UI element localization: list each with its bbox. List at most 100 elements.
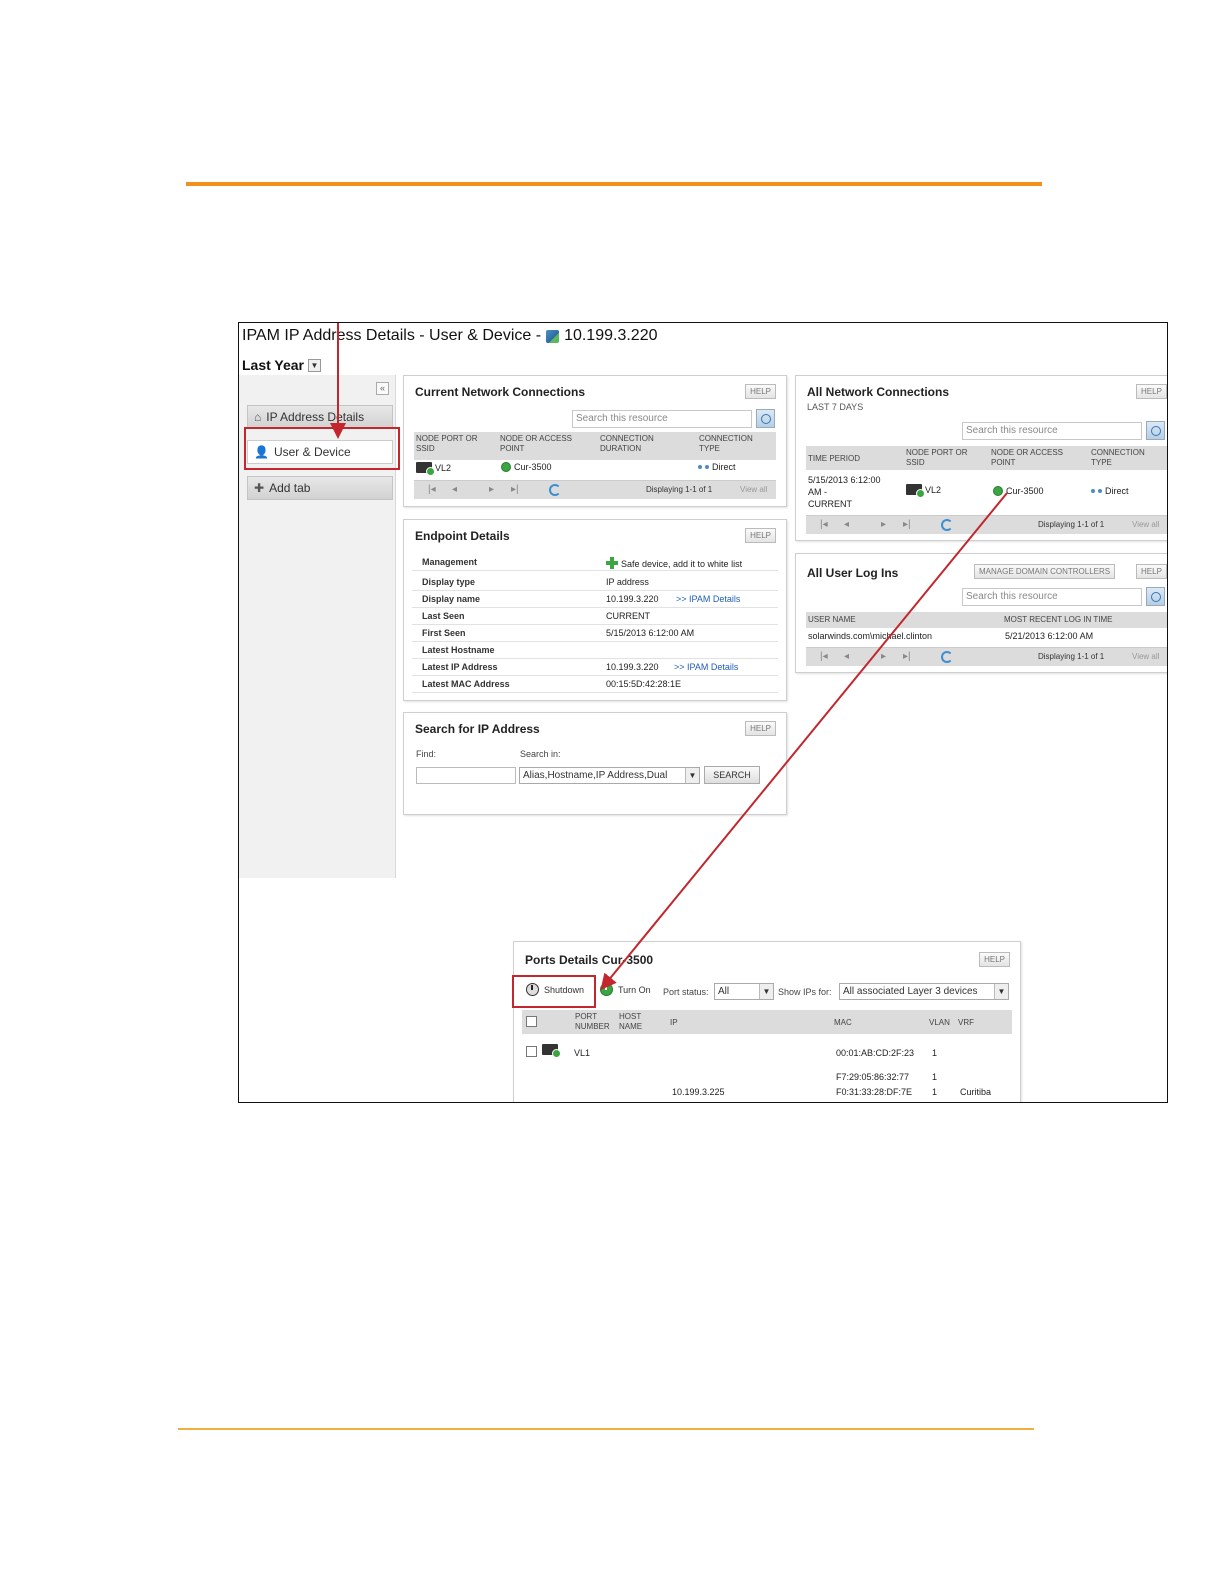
next-page-icon[interactable]: ▸ xyxy=(881,519,886,530)
help-button[interactable]: HELP xyxy=(1136,564,1167,579)
help-button[interactable]: HELP xyxy=(745,528,776,543)
search-icon[interactable] xyxy=(756,409,775,428)
help-button[interactable]: HELP xyxy=(979,952,1010,967)
first-page-icon[interactable]: |◂ xyxy=(428,484,436,495)
tab-ip-address-details[interactable]: ⌂ IP Address Details xyxy=(247,405,393,429)
page-title: IPAM IP Address Details - User & Device … xyxy=(242,327,658,344)
tab-add[interactable]: ✚ Add tab xyxy=(247,476,393,500)
table-header: PORT NUMBER HOST NAME IP MAC VLAN VRF xyxy=(522,1010,1012,1034)
panel-title: All Network Connections xyxy=(807,385,950,399)
kv-row: First Seen 5/15/2013 6:12:00 AM xyxy=(412,625,778,642)
view-all-link[interactable]: View all xyxy=(740,485,767,494)
search-input[interactable]: Search this resource xyxy=(962,422,1142,440)
select-all-checkbox[interactable] xyxy=(526,1016,537,1027)
chevron-down-icon[interactable]: ▼ xyxy=(308,358,322,372)
turn-on-button[interactable]: Turn On xyxy=(600,983,651,996)
refresh-icon[interactable] xyxy=(549,484,561,496)
switch-device-icon xyxy=(906,484,925,498)
last-page-icon[interactable]: ▸| xyxy=(903,651,911,662)
next-page-icon[interactable]: ▸ xyxy=(881,651,886,662)
row-checkbox[interactable] xyxy=(526,1046,537,1057)
kv-row: Display type IP address xyxy=(412,574,778,591)
status-up-icon xyxy=(993,486,1003,496)
ipam-details-link[interactable]: >> IPAM Details xyxy=(674,662,738,672)
panel-subtitle: LAST 7 DAYS xyxy=(807,402,864,412)
refresh-icon[interactable] xyxy=(941,651,953,663)
panel-title: Ports Details Cur-3500 xyxy=(525,953,654,967)
switch-port-icon xyxy=(542,1044,561,1058)
prev-page-icon[interactable]: ◂ xyxy=(452,484,457,495)
period-selector[interactable]: Last Year ▼ xyxy=(242,357,322,373)
collapse-sidebar-icon[interactable]: « xyxy=(376,382,389,395)
table-row: 10.199.3.225 F0:31:33:28:DF:7E 1 Curitib… xyxy=(672,1087,992,1097)
ipam-details-link[interactable]: >> IPAM Details xyxy=(676,594,740,604)
search-input[interactable]: Search this resource xyxy=(962,588,1142,606)
kv-row: Latest MAC Address 00:15:5D:42:28:1E xyxy=(412,676,778,693)
table-header: USER NAME MOST RECENT LOG IN TIME xyxy=(806,612,1167,628)
panel-title: Current Network Connections xyxy=(415,385,586,399)
power-on-icon xyxy=(600,983,613,996)
manage-domain-controllers-button[interactable]: MANAGE DOMAIN CONTROLLERS xyxy=(974,564,1116,579)
ports-details-panel: Ports Details Cur-3500 HELP Shutdown Tur… xyxy=(513,941,1021,1102)
search-in-select[interactable]: Alias,Hostname,IP Address,Dual ▼ xyxy=(519,767,700,784)
panel-title: All User Log Ins xyxy=(807,566,899,580)
search-icon[interactable] xyxy=(1146,587,1165,606)
endpoint-details-panel: Endpoint Details HELP Management Safe de… xyxy=(403,519,787,701)
pager: |◂ ◂ ▸ ▸| Displaying 1-1 of 1 View all xyxy=(806,515,1167,534)
kv-row: Latest IP Address 10.199.3.220 >> IPAM Det… xyxy=(412,659,778,676)
highlight-shutdown xyxy=(512,975,596,1008)
kv-row: Latest Hostname xyxy=(412,642,778,659)
table-header: TIME PERIOD NODE PORT OR SSID NODE OR AC… xyxy=(806,446,1167,470)
ip-address-icon xyxy=(546,329,560,343)
kv-row: Display name 10.199.3.220 >> IPAM Details xyxy=(412,591,778,608)
highlight-user-device xyxy=(244,427,400,470)
help-button[interactable]: HELP xyxy=(745,721,776,736)
table-row: F7:29:05:86:32:77 1 xyxy=(836,1072,938,1082)
all-network-connections-panel: All Network Connections LAST 7 DAYS HELP… xyxy=(795,375,1167,541)
table-row: VL1 00:01:AB:CD:2F:23 1 xyxy=(522,1042,1012,1066)
chevron-down-icon: ▼ xyxy=(994,984,1008,999)
panel-title: Endpoint Details xyxy=(415,529,510,543)
home-icon: ⌂ xyxy=(254,410,262,424)
help-button[interactable]: HELP xyxy=(1136,384,1167,399)
show-ips-select[interactable]: All associated Layer 3 devices ▼ xyxy=(839,983,1009,1000)
prev-page-icon[interactable]: ◂ xyxy=(844,651,849,662)
bottom-orange-rule xyxy=(178,1428,1034,1430)
all-user-logins-panel: All User Log Ins MANAGE DOMAIN CONTROLLE… xyxy=(795,553,1167,673)
status-up-icon xyxy=(501,462,511,472)
kv-row: Management Safe device, add it to white … xyxy=(412,554,778,571)
find-input[interactable] xyxy=(416,767,516,784)
table-row: 5/15/2013 6:12:00 AM - CURRENT VL2 Cur-3… xyxy=(808,475,1129,509)
table-header: NODE PORT OR SSID NODE OR ACCESS POINT C… xyxy=(414,432,776,460)
add-icon xyxy=(606,557,618,569)
last-page-icon[interactable]: ▸| xyxy=(511,484,519,495)
prev-page-icon[interactable]: ◂ xyxy=(844,519,849,530)
screenshot-frame: IPAM IP Address Details - User & Device … xyxy=(238,322,1168,1103)
search-button[interactable]: SEARCH xyxy=(704,766,760,784)
kv-row: Last Seen CURRENT xyxy=(412,608,778,625)
help-button[interactable]: HELP xyxy=(745,384,776,399)
white-list-link[interactable]: Safe device, add it to white list xyxy=(606,557,742,569)
chevron-down-icon: ▼ xyxy=(685,768,699,783)
current-network-connections-panel: Current Network Connections HELP Search … xyxy=(403,375,787,507)
table-row: solarwinds.com\michael.clinton 5/21/2013… xyxy=(808,631,1094,641)
first-page-icon[interactable]: |◂ xyxy=(820,651,828,662)
switch-device-icon xyxy=(416,462,435,476)
search-input[interactable]: Search this resource xyxy=(572,410,752,428)
search-icon[interactable] xyxy=(1146,421,1165,440)
refresh-icon[interactable] xyxy=(941,519,953,531)
view-all-link[interactable]: View all xyxy=(1132,652,1159,661)
pager: |◂ ◂ ▸ ▸| Displaying 1-1 of 1 View all xyxy=(806,647,1167,666)
panel-title: Search for IP Address xyxy=(415,722,540,736)
first-page-icon[interactable]: |◂ xyxy=(820,519,828,530)
search-ip-panel: Search for IP Address HELP Find: Search … xyxy=(403,712,787,815)
pager: |◂ ◂ ▸ ▸| Displaying 1-1 of 1 View all xyxy=(414,480,776,499)
last-page-icon[interactable]: ▸| xyxy=(903,519,911,530)
view-all-link[interactable]: View all xyxy=(1132,520,1159,529)
plus-icon: ✚ xyxy=(254,481,265,495)
table-row: VL2 Cur-3500 Direct xyxy=(414,462,776,476)
top-orange-rule xyxy=(186,182,1042,186)
next-page-icon[interactable]: ▸ xyxy=(489,484,494,495)
chevron-down-icon: ▼ xyxy=(759,984,773,999)
port-status-select[interactable]: All ▼ xyxy=(714,983,774,1000)
